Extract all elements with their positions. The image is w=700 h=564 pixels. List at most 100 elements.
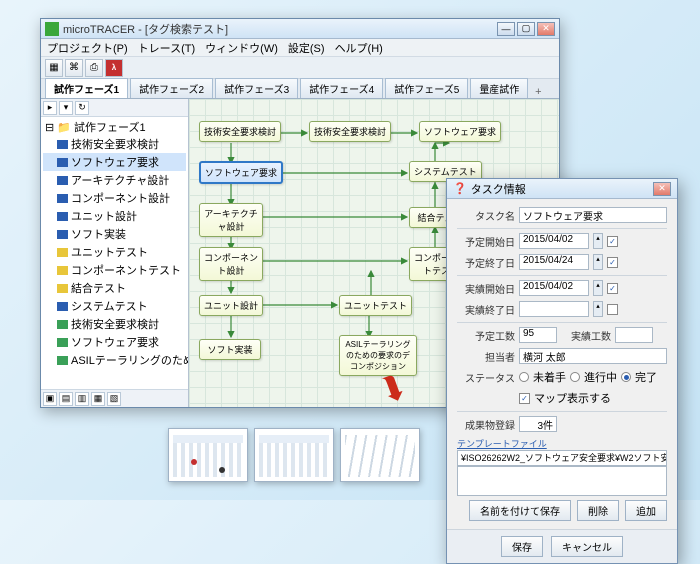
menu-help[interactable]: ヘルプ(H) <box>335 40 383 56</box>
node-tech-safety-2[interactable]: 技術安全要求検討 <box>309 121 391 142</box>
node-unit-test[interactable]: ユニットテスト <box>339 295 412 316</box>
input-assignee[interactable]: 横河 太郎 <box>519 348 667 364</box>
input-act-end[interactable] <box>519 301 589 317</box>
button-delete[interactable]: 削除 <box>577 500 619 521</box>
button-cancel[interactable]: キャンセル <box>551 536 623 557</box>
radio-done[interactable] <box>621 372 631 382</box>
tree-item[interactable]: アーキテクチャ設計 <box>43 171 186 189</box>
tree-item-label: ソフトウェア要求 <box>71 334 159 350</box>
tree-item[interactable]: システムテスト <box>43 297 186 315</box>
tree-btn-4[interactable]: ▦ <box>91 392 105 406</box>
node-unit-design[interactable]: ユニット設計 <box>199 295 263 316</box>
tab-phase3[interactable]: 試作フェーズ3 <box>215 78 298 98</box>
tree-collapse-icon[interactable]: ▾ <box>59 101 73 115</box>
label-result-reg: 成果物登録 <box>457 417 515 432</box>
spin-act-end[interactable]: ▴ <box>593 301 603 317</box>
spin-plan-start[interactable]: ▴ <box>593 233 603 249</box>
node-sw-req-2[interactable]: ソフトウェア要求 <box>199 161 283 184</box>
tree-btn-5[interactable]: ▧ <box>107 392 121 406</box>
input-template-file[interactable]: ¥ISO26262W2_ソフトウェア安全要求¥W2ソフト安全要求SSR-01.x… <box>457 450 667 466</box>
tree-panel: ▸ ▾ ↻ ⊟ 📁 試作フェーズ1 技術安全要求検討ソフトウェア要求アーキテクチ… <box>41 99 189 407</box>
dialog-titlebar[interactable]: ❓ タスク情報 ✕ <box>447 179 677 199</box>
thumbnail-2[interactable] <box>254 428 334 482</box>
node-comp-design[interactable]: コンポーネント設計 <box>199 247 263 281</box>
menu-trace[interactable]: トレース(T) <box>138 40 196 56</box>
folder-icon <box>57 158 68 167</box>
tree-item[interactable]: ソフトウェア要求 <box>43 153 186 171</box>
node-arch[interactable]: アーキテクチャ設計 <box>199 203 263 237</box>
tab-phase4[interactable]: 試作フェーズ4 <box>300 78 383 98</box>
tree-toolbar: ▸ ▾ ↻ <box>41 99 188 117</box>
label-template-file[interactable]: テンプレートファイル <box>457 437 667 450</box>
toolbar-new-icon[interactable]: ▦ <box>45 59 63 77</box>
minimize-button[interactable]: — <box>497 22 515 36</box>
tree-item-label: ASILテーラリングのための <box>71 352 188 368</box>
menu-settings[interactable]: 設定(S) <box>288 40 325 56</box>
node-asil[interactable]: ASILテーラリングのための要求のデコンポジション <box>339 335 417 376</box>
button-add[interactable]: 追加 <box>625 500 667 521</box>
tree-refresh-icon[interactable]: ↻ <box>75 101 89 115</box>
close-button[interactable]: ✕ <box>537 22 555 36</box>
tree-btn-1[interactable]: ▣ <box>43 392 57 406</box>
tree-item-label: 結合テスト <box>71 280 126 296</box>
folder-icon <box>57 212 68 221</box>
titlebar[interactable]: microTRACER - [タグ検索テスト] — ▢ ✕ <box>41 19 559 39</box>
menu-window[interactable]: ウィンドウ(W) <box>205 40 278 56</box>
toolbar-pdf-icon[interactable]: λ <box>105 59 123 77</box>
tab-add-button[interactable]: + <box>530 86 546 98</box>
tree[interactable]: ⊟ 📁 試作フェーズ1 技術安全要求検討ソフトウェア要求アーキテクチャ設計コンポ… <box>41 117 188 389</box>
folder-icon <box>57 266 68 275</box>
tab-phase2[interactable]: 試作フェーズ2 <box>130 78 213 98</box>
tree-item[interactable]: ユニットテスト <box>43 243 186 261</box>
tab-massprod[interactable]: 量産試作 <box>470 78 528 98</box>
button-save[interactable]: 保存 <box>501 536 543 557</box>
label-status: ステータス <box>457 370 515 385</box>
dialog-close-button[interactable]: ✕ <box>653 182 671 196</box>
tree-btn-2[interactable]: ▤ <box>59 392 73 406</box>
check-act-start[interactable]: ✓ <box>607 283 618 294</box>
tab-phase1[interactable]: 試作フェーズ1 <box>45 78 128 98</box>
tree-root-item[interactable]: ⊟ 📁 試作フェーズ1 <box>43 119 186 135</box>
tree-btn-3[interactable]: ▥ <box>75 392 89 406</box>
tree-item[interactable]: ASILテーラリングのための <box>43 351 186 369</box>
thumbnail-1[interactable] <box>168 428 248 482</box>
radio-in-progress[interactable] <box>570 372 580 382</box>
node-sw-impl[interactable]: ソフト実装 <box>199 339 261 360</box>
tree-item[interactable]: 結合テスト <box>43 279 186 297</box>
tree-item[interactable]: 技術安全要求検討 <box>43 135 186 153</box>
toolbar-save-icon[interactable]: ⌘ <box>65 59 83 77</box>
input-act-start[interactable]: 2015/04/02 <box>519 280 589 296</box>
tree-expand-icon[interactable]: ▸ <box>43 101 57 115</box>
tree-item[interactable]: ソフトウェア要求 <box>43 333 186 351</box>
spin-plan-end[interactable]: ▴ <box>593 254 603 270</box>
menu-project[interactable]: プロジェクト(P) <box>47 40 128 56</box>
tree-item[interactable]: コンポーネント設計 <box>43 189 186 207</box>
thumbnail-3[interactable] <box>340 428 420 482</box>
radio-not-started[interactable] <box>519 372 529 382</box>
tree-item[interactable]: ユニット設計 <box>43 207 186 225</box>
check-plan-start[interactable]: ✓ <box>607 236 618 247</box>
spin-act-start[interactable]: ▴ <box>593 280 603 296</box>
check-plan-end[interactable]: ✓ <box>607 257 618 268</box>
check-act-end[interactable] <box>607 304 618 315</box>
label-act-start: 実績開始日 <box>457 281 515 296</box>
button-save-as[interactable]: 名前を付けて保存 <box>469 500 571 521</box>
tab-phase5[interactable]: 試作フェーズ5 <box>385 78 468 98</box>
input-task-name[interactable]: ソフトウェア要求 <box>519 207 667 223</box>
input-plan-start[interactable]: 2015/04/02 <box>519 233 589 249</box>
maximize-button[interactable]: ▢ <box>517 22 535 36</box>
input-act-hours[interactable] <box>615 327 653 343</box>
tree-item[interactable]: ソフト実装 <box>43 225 186 243</box>
input-est-hours[interactable]: 95 <box>519 327 557 343</box>
label-est-hours: 予定工数 <box>457 328 515 343</box>
label-act-end: 実績終了日 <box>457 302 515 317</box>
tree-item[interactable]: コンポーネントテスト <box>43 261 186 279</box>
textarea-notes[interactable] <box>457 466 667 496</box>
node-sw-req-1[interactable]: ソフトウェア要求 <box>419 121 501 142</box>
check-map-show[interactable]: ✓ <box>519 393 530 404</box>
tree-item[interactable]: 技術安全要求検討 <box>43 315 186 333</box>
node-tech-safety-1[interactable]: 技術安全要求検討 <box>199 121 281 142</box>
toolbar-print-icon[interactable]: ⎙ <box>85 59 103 77</box>
folder-icon <box>57 230 68 239</box>
input-plan-end[interactable]: 2015/04/24 <box>519 254 589 270</box>
